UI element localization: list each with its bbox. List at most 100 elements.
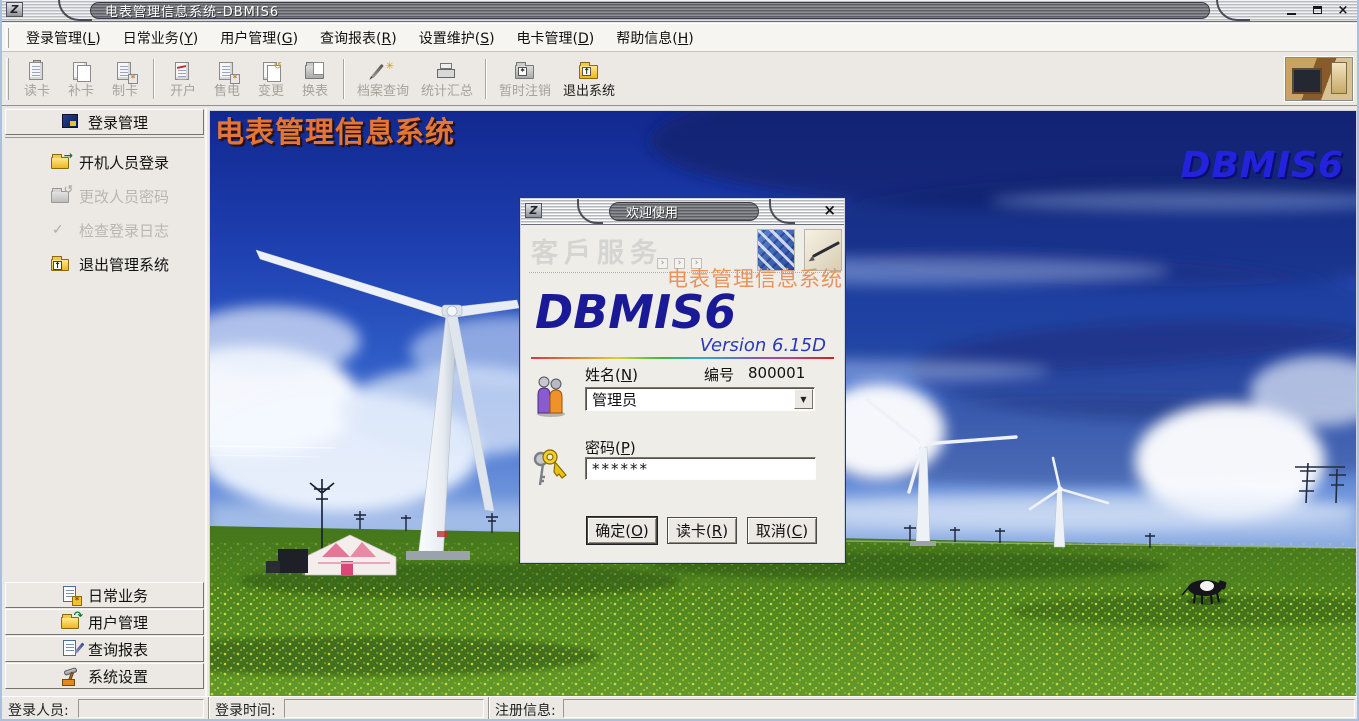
sidebar-group-login[interactable]: 登录管理 — [5, 109, 204, 135]
check-log-icon: ✓ — [51, 221, 71, 239]
rainbow-divider — [531, 357, 834, 359]
menubar: 登录管理(L) 日常业务(Y) 用户管理(G) 查询报表(R) 设置维护(S) … — [2, 23, 1357, 52]
id-label: 编号 — [704, 364, 734, 385]
cancel-button[interactable]: 取消(C) — [747, 517, 817, 544]
toolbar-grip — [6, 58, 9, 100]
sky-brand-text: DBMIS6 — [1180, 145, 1344, 186]
name-combobox[interactable]: 管理员 ▼ — [585, 387, 815, 411]
reissue-card-icon — [68, 60, 94, 84]
ok-button[interactable]: 确定(O) — [587, 517, 657, 544]
archive-query-icon: ✳ — [370, 60, 396, 84]
sidebar-bottom-groups: * 日常业务 ↷ 用户管理 查询报表 系统设置 — [4, 581, 205, 689]
change-icon: ↺ — [258, 60, 284, 84]
toolbar-separator — [343, 59, 345, 99]
toolbar-photo-thumbnail — [1285, 57, 1353, 101]
password-input[interactable]: ****** — [585, 457, 816, 480]
sidebar-group-daily-business[interactable]: * 日常业务 — [5, 582, 204, 608]
sidebar-item-exit-system[interactable]: ↑ 退出管理系统 — [51, 252, 204, 276]
app-window: Z 电表管理信息系统-DBMIS6 × 登录管理(L) 日常业务(Y) 用户管理… — [0, 0, 1359, 721]
titlebar-swoosh — [58, 0, 92, 21]
login-group-icon — [61, 113, 81, 131]
password-label: 密码(P) — [585, 437, 636, 458]
daily-business-icon: * — [61, 586, 81, 604]
system-settings-icon — [61, 667, 81, 685]
statusbar: 登录人员: 登录时间: 注册信息: — [2, 696, 1357, 719]
window-controls: × — [1283, 3, 1351, 17]
dialog-close-button[interactable]: × — [823, 203, 836, 218]
toolbar-separator — [153, 59, 155, 99]
name-label: 姓名(N) — [585, 364, 638, 385]
dialog-swoosh — [577, 199, 603, 224]
make-card-icon: * — [112, 60, 138, 84]
name-value: 管理员 — [592, 389, 637, 410]
sell-power-icon: * — [214, 60, 240, 84]
change-password-icon: ↺ — [51, 187, 71, 205]
exit-folder-icon: ↑ — [51, 255, 71, 273]
combo-dropdown-button[interactable]: ▼ — [794, 389, 813, 409]
user-management-icon: ↷ — [61, 613, 81, 631]
open-folder-icon: → — [51, 153, 71, 171]
toolbar-replace-meter[interactable]: 换表 — [293, 58, 337, 101]
toolbar-make-card[interactable]: * 制卡 — [103, 58, 147, 101]
menu-settings-maintenance[interactable]: 设置维护(S) — [408, 24, 506, 52]
replace-meter-icon — [302, 60, 328, 84]
toolbar-read-card[interactable]: 读卡 — [15, 58, 59, 101]
sidebar-group-user-management[interactable]: ↷ 用户管理 — [5, 609, 204, 635]
titlebar: Z 电表管理信息系统-DBMIS6 × — [2, 0, 1357, 22]
status-login-time-value — [284, 699, 484, 718]
statusbar-separator — [208, 697, 210, 719]
close-button[interactable]: × — [1335, 3, 1351, 17]
dialog-logo-icon: Z — [525, 203, 542, 218]
status-register-info-value — [563, 699, 1355, 718]
toolbar: 读卡 补卡 * 制卡 开户 * 售电 ↺ 变更 换表 ✳ — [2, 53, 1357, 107]
window-title: 电表管理信息系统-DBMIS6 — [91, 1, 279, 20]
title-pill: 电表管理信息系统-DBMIS6 — [90, 2, 1210, 19]
menu-user-management[interactable]: 用户管理(G) — [209, 24, 309, 52]
sidebar-item-change-password[interactable]: ↺ 更改人员密码 — [51, 184, 204, 208]
temp-logout-icon: * — [512, 60, 538, 84]
status-register-info-label: 注册信息: — [495, 700, 556, 720]
password-value: ****** — [592, 460, 649, 478]
open-account-icon — [170, 60, 196, 84]
restore-button[interactable] — [1309, 3, 1325, 17]
dialog-title: 欢迎使用 — [610, 202, 678, 221]
menu-daily-business[interactable]: 日常业务(Y) — [112, 24, 210, 52]
dialog-title-pill: 欢迎使用 — [609, 202, 759, 221]
keys-icon — [530, 445, 568, 489]
statistics-icon — [434, 60, 460, 84]
menu-grip — [6, 28, 9, 48]
status-login-time-label: 登录时间: — [215, 700, 276, 720]
titlebar-swoosh — [1216, 0, 1250, 21]
toolbar-sell-power[interactable]: * 售电 — [205, 58, 249, 101]
sidebar-item-check-login-log[interactable]: ✓ 检查登录日志 — [51, 218, 204, 242]
sidebar-group-system-settings[interactable]: 系统设置 — [5, 663, 204, 689]
toolbar-statistics[interactable]: 统计汇总 — [415, 58, 479, 101]
status-operator-label: 登录人员: — [8, 700, 69, 720]
toolbar-open-account[interactable]: 开户 — [161, 58, 205, 101]
minimize-button[interactable] — [1283, 3, 1299, 17]
login-dialog: Z 欢迎使用 × 客戶服务 › › › 电表管理信息系统 DBMIS6 Vers… — [519, 197, 846, 564]
menu-help[interactable]: 帮助信息(H) — [605, 24, 704, 52]
menu-card-management[interactable]: 电卡管理(D) — [506, 24, 606, 52]
status-operator-value — [78, 699, 204, 718]
toolbar-temp-logout[interactable]: * 暂时注销 — [493, 58, 557, 101]
statusbar-separator — [488, 697, 490, 719]
menu-report-query[interactable]: 查询报表(R) — [309, 24, 408, 52]
sidebar-item-operator-login[interactable]: → 开机人员登录 — [51, 150, 204, 174]
dialog-body: 客戶服务 › › › 电表管理信息系统 DBMIS6 Version 6.15D… — [521, 225, 844, 562]
menu-login[interactable]: 登录管理(L) — [15, 24, 112, 52]
exit-system-icon: ↑ — [576, 60, 602, 84]
sidebar: 登录管理 → 开机人员登录 ↺ 更改人员密码 ✓ 检查登录日志 ↑ 退出管理系统… — [4, 108, 207, 698]
read-card-button[interactable]: 读卡(R) — [667, 517, 737, 544]
app-logo-icon: Z — [6, 2, 23, 17]
toolbar-separator — [485, 59, 487, 99]
report-query-icon — [61, 640, 81, 658]
sidebar-group-report-query[interactable]: 查询报表 — [5, 636, 204, 662]
toolbar-exit-system[interactable]: ↑ 退出系统 — [557, 58, 621, 101]
dialog-titlebar: Z 欢迎使用 × — [521, 199, 844, 225]
id-value: 800001 — [748, 364, 805, 382]
toolbar-reissue-card[interactable]: 补卡 — [59, 58, 103, 101]
read-card-icon — [24, 60, 50, 84]
toolbar-change[interactable]: ↺ 变更 — [249, 58, 293, 101]
toolbar-archive-query[interactable]: ✳ 档案查询 — [351, 58, 415, 101]
